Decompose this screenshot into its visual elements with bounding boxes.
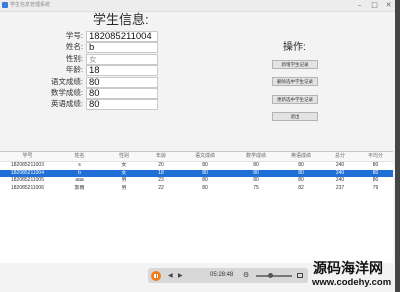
table-cell: b [78,169,81,176]
age-label: 年龄: [65,65,83,74]
table-row-selected[interactable]: 182085211004 b 女 18 80 80 80 240 80 [0,169,393,177]
table-cell: 240 [335,162,345,168]
gender-input[interactable] [86,54,158,65]
window-title: 学生信息管理系统 [10,2,51,8]
table-header: 学号 姓名 性别 年龄 语文成绩 数学成绩 英语成绩 总分 平均分 [0,152,393,162]
pause-icon[interactable] [151,270,161,281]
table-cell: 80 [372,169,379,176]
table-cell: 80 [253,177,259,183]
table-cell: 80 [202,169,208,176]
column-header[interactable]: 语文成绩 [178,152,232,161]
table-cell: 23 [158,177,164,183]
table-cell: 80 [253,162,259,168]
table-cell: 郭雨 [74,184,85,191]
table-cell: 女 [121,162,127,168]
students-table[interactable]: 学号 姓名 性别 年龄 语文成绩 数学成绩 英语成绩 总分 平均分 182085211003 s 女… [0,151,393,263]
form-heading: 学生信息: [93,12,149,27]
table-row[interactable]: 182085211005 aaa 男 23 80 80 80 240 80 [0,177,393,185]
chinese-score-label: 语文成绩: [50,77,83,86]
playback-time: 05:28:48 [210,272,234,278]
age-input[interactable] [86,65,158,76]
table-cell: 182085211004 [11,169,44,176]
column-header[interactable]: 平均分 [358,152,393,161]
student-id-label: 学号: [65,31,83,40]
table-cell: 80 [372,177,379,183]
table-body: 182085211003 s 女 20 80 80 80 240 80 182085211004 b… [0,162,393,192]
table-cell: 80 [202,162,208,168]
column-header[interactable]: 总分 [322,152,358,161]
table-cell: 20 [158,162,164,168]
table-cell: 80 [253,169,259,176]
table-cell: 18 [158,169,164,176]
actions-heading: 操作: [283,42,306,53]
slider-knob[interactable] [267,273,273,278]
close-icon[interactable]: ✕ [383,1,394,10]
watermark-url: www.codehy.com [312,277,392,288]
table-cell: aaa [75,177,84,183]
table-cell: 男 [121,177,127,183]
table-cell: 22 [158,184,164,191]
table-cell: 182085211005 [11,177,44,183]
add-student-button[interactable]: 新增学生记录 [272,60,318,69]
table-cell: 182085211006 [11,184,44,191]
table-cell: 男 [121,184,127,191]
table-cell: 79 [372,184,379,191]
column-header[interactable]: 英语成绩 [280,152,322,161]
table-cell: 237 [335,184,345,191]
column-header[interactable]: 学号 [0,152,55,161]
table-cell: 182085211003 [11,162,44,168]
table-cell: 80 [372,162,379,168]
english-score-input[interactable] [86,99,158,110]
table-cell: 80 [298,162,304,168]
column-header[interactable]: 性别 [104,152,144,161]
table-row[interactable]: 182085211003 s 女 20 80 80 80 240 80 [0,162,393,170]
table-cell: s [78,162,81,168]
title-bar: 学生信息管理系统 – □ ✕ [0,0,395,12]
app-icon [2,2,8,8]
column-header[interactable]: 年龄 [144,152,178,161]
table-cell: 80 [298,169,304,176]
table-cell: 女 [121,169,127,176]
settings-icon[interactable]: ⚙ [243,271,249,280]
delete-student-button[interactable]: 删除选中学生记录 [272,77,318,86]
table-cell: 80 [202,184,208,191]
student-id-input[interactable] [86,31,158,42]
previous-icon[interactable]: ◀ [168,271,173,280]
table-cell: 80 [202,177,208,183]
math-score-input[interactable] [86,88,158,99]
update-student-button[interactable]: 更新选中学生记录 [272,95,318,104]
exit-button[interactable]: 退出 [272,112,318,121]
fullscreen-icon[interactable] [297,272,303,278]
chinese-score-input[interactable] [86,77,158,88]
next-icon[interactable]: ▶ [178,271,183,280]
maximize-icon[interactable]: □ [369,1,380,10]
column-header[interactable]: 数学成绩 [232,152,280,161]
name-input[interactable] [86,42,158,53]
slider-track[interactable] [256,275,292,277]
math-score-label: 数学成绩: [50,88,83,97]
gender-label: 性别: [65,54,83,63]
table-cell: 80 [298,177,304,183]
table-cell: 75 [253,184,259,191]
english-score-label: 英语成绩: [50,99,83,108]
minimize-icon[interactable]: – [354,1,365,10]
column-header[interactable]: 姓名 [55,152,104,161]
table-row[interactable]: 182085211006 郭雨 男 22 80 75 82 237 79 [0,185,393,193]
watermark-name: 源码海洋网 [313,260,383,276]
table-cell: 240 [335,169,345,176]
table-cell: 240 [335,177,345,183]
name-label: 姓名: [65,42,83,51]
video-player-bar: ◀ ▶ 05:28:48 ⚙ [148,268,308,283]
table-cell: 82 [298,184,304,191]
window-frame [395,0,400,292]
